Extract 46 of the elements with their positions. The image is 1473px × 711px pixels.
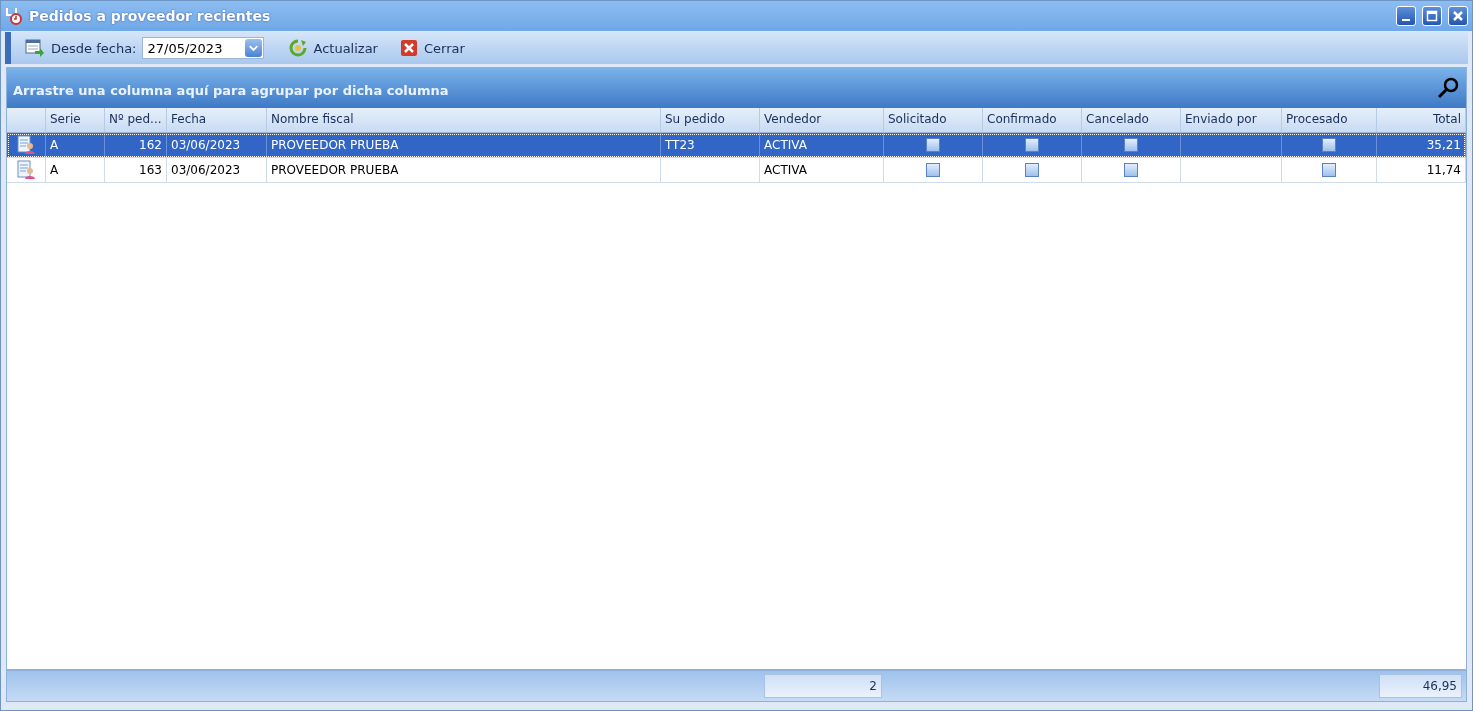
refresh-icon [289,39,308,57]
close-button[interactable] [1448,6,1468,26]
document-person-icon [16,135,36,155]
refresh-button[interactable]: Actualizar [284,37,383,59]
search-icon[interactable] [1436,76,1460,100]
column-header[interactable]: Nº ped... [105,108,167,132]
column-header[interactable]: Confirmado [983,108,1082,132]
group-hint: Arrastre una columna aquí para agrupar por dicha columna [13,81,450,98]
close-window-button[interactable]: Cerrar [394,37,470,59]
table-cell: ACTIVA [760,133,884,157]
total-summary: 46,95 [1379,674,1462,698]
close-icon [1453,11,1463,21]
column-header[interactable]: Cancelado [1082,108,1181,132]
document-person-icon [16,160,36,180]
column-header[interactable]: Su pedido [661,108,760,132]
table-cell: 162 [105,133,167,157]
table-cell: 03/06/2023 [167,158,267,182]
table-cell: ACTIVA [760,158,884,182]
count-summary: 2 [764,674,882,698]
table-cell: TT23 [661,133,760,157]
window-title: Pedidos a proveedor recientes [29,8,272,24]
column-header[interactable]: Serie [46,108,105,132]
maximize-button[interactable] [1422,6,1442,26]
table-cell: 03/06/2023 [167,133,267,157]
close-icon [399,39,418,57]
table-cell: 35,21 [1377,133,1466,157]
column-header[interactable]: Vendedor [760,108,884,132]
column-header[interactable]: Total [1377,108,1466,132]
table-cell: PROVEEDOR PRUEBA [267,158,661,182]
table-row[interactable]: A 162 03/06/2023 PROVEEDOR PRUEBA TT23 ACTIVA 35,21 [7,133,1466,158]
column-header[interactable]: Fecha [167,108,267,132]
table-cell: A [46,158,105,182]
table-cell: PROVEEDOR PRUEBA [267,133,661,157]
column-header[interactable]: Enviado por [1181,108,1282,132]
minimize-button[interactable] [1396,6,1416,26]
table-cell: 163 [105,158,167,182]
table-cell: 11,74 [1377,158,1466,182]
date-label: Desde fecha: [51,40,137,56]
maximize-icon [1426,10,1438,22]
calendar-arrow-icon [25,39,45,57]
app-icon [5,7,23,25]
table-cell: A [46,133,105,157]
minimize-icon [1402,19,1410,21]
column-header[interactable]: Procesado [1282,108,1377,132]
column-header[interactable]: Nombre fiscal [267,108,661,132]
column-header[interactable]: Solicitado [884,108,983,132]
